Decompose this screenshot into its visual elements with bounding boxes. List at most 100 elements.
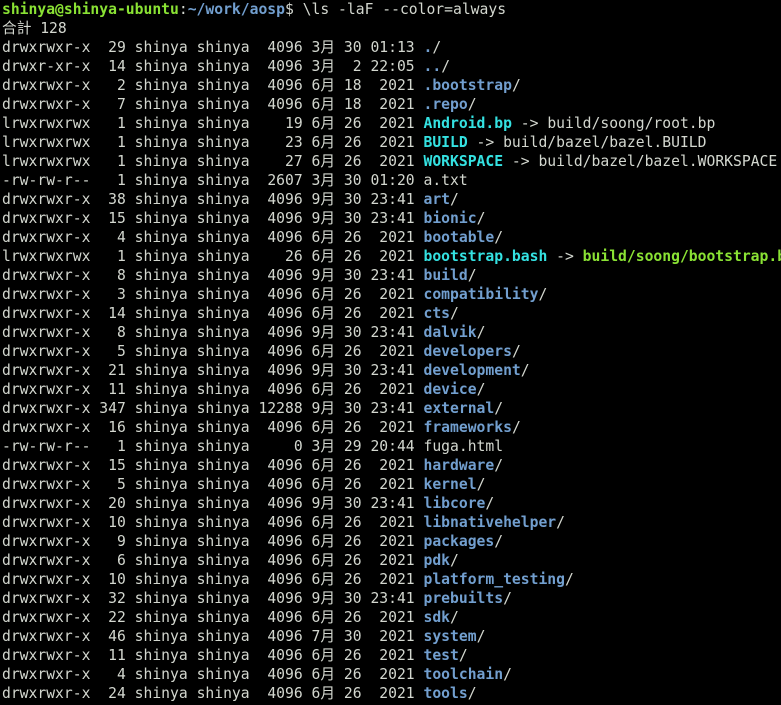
- file-name: libnativehelper: [423, 514, 557, 531]
- day: 30: [343, 210, 362, 227]
- type-suffix: /: [520, 362, 530, 379]
- file-name: packages: [423, 533, 495, 550]
- day: 26: [343, 305, 362, 322]
- owner: shinya: [134, 96, 188, 113]
- month: 6月: [311, 381, 336, 398]
- permissions: drwxrwxr-x: [2, 571, 91, 588]
- listing-row: drwxrwxr-x 15 shinya shinya 4096 9月 30 2…: [2, 209, 781, 228]
- file-name: tools: [423, 685, 468, 702]
- listing-row: drwxr-xr-x 14 shinya shinya 4096 3月 2 22…: [2, 57, 781, 76]
- file-name: build: [423, 267, 468, 284]
- group: shinya: [196, 210, 250, 227]
- time-or-year: 2021: [379, 115, 415, 132]
- terminal-window[interactable]: shinya@shinya-ubuntu:~/work/aosp$ \ls -l…: [0, 0, 781, 705]
- time-or-year: 2021: [379, 229, 415, 246]
- group: shinya: [196, 685, 250, 702]
- day: 29: [343, 438, 362, 455]
- month: 6月: [311, 153, 336, 170]
- permissions: drwxrwxr-x: [2, 628, 91, 645]
- listing-row: -rw-rw-r-- 1 shinya shinya 2607 3月 30 01…: [2, 171, 781, 190]
- time-or-year: 23:41: [370, 210, 415, 227]
- file-size: 4096: [267, 590, 303, 607]
- file-name: WORKSPACE: [423, 153, 504, 170]
- type-suffix: /: [450, 609, 459, 626]
- file-size: 27: [285, 153, 303, 170]
- file-size: 4096: [267, 191, 303, 208]
- file-name: test: [423, 647, 459, 664]
- listing-row: drwxrwxr-x 11 shinya shinya 4096 6月 26 2…: [2, 646, 781, 665]
- file-size: 4096: [267, 77, 303, 94]
- day: 26: [343, 286, 362, 303]
- month: 7月: [311, 628, 336, 645]
- owner: shinya: [134, 229, 188, 246]
- month: 6月: [311, 229, 336, 246]
- owner: shinya: [134, 191, 188, 208]
- link-count: 1: [116, 438, 126, 455]
- type-suffix: /: [441, 58, 451, 75]
- file-name: kernel: [423, 476, 477, 493]
- owner: shinya: [134, 552, 188, 569]
- group: shinya: [196, 39, 250, 56]
- permissions: drwxrwxr-x: [2, 96, 91, 113]
- listing-row: drwxrwxr-x 7 shinya shinya 4096 6月 18 20…: [2, 95, 781, 114]
- file-size: 4096: [267, 457, 303, 474]
- listing-row: drwxrwxr-x 6 shinya shinya 4096 6月 26 20…: [2, 551, 781, 570]
- month: 6月: [311, 115, 336, 132]
- permissions: drwxrwxr-x: [2, 267, 91, 284]
- time-or-year: 2021: [379, 343, 415, 360]
- file-name: system: [423, 628, 477, 645]
- time-or-year: 23:41: [370, 267, 415, 284]
- listing-row: drwxrwxr-x 11 shinya shinya 4096 6月 26 2…: [2, 380, 781, 399]
- day: 2: [352, 58, 362, 75]
- group: shinya: [196, 571, 250, 588]
- day: 26: [343, 153, 362, 170]
- month: 6月: [311, 343, 336, 360]
- listing-row: drwxrwxr-x 24 shinya shinya 4096 6月 26 2…: [2, 684, 781, 703]
- time-or-year: 20:44: [370, 438, 415, 455]
- file-size: 4096: [267, 286, 303, 303]
- symlink-target: build/bazel/bazel.BUILD: [503, 134, 707, 151]
- type-suffix: /: [556, 514, 565, 531]
- link-count: 32: [108, 590, 126, 607]
- day: 26: [343, 533, 362, 550]
- file-size: 4096: [267, 685, 303, 702]
- group: shinya: [196, 286, 250, 303]
- owner: shinya: [134, 438, 188, 455]
- symlink-target: build/bazel/bazel.WORKSPACE: [538, 153, 778, 170]
- owner: shinya: [134, 267, 188, 284]
- listing-row: drwxrwxr-x 8 shinya shinya 4096 9月 30 23…: [2, 323, 781, 342]
- owner: shinya: [134, 210, 188, 227]
- type-suffix: /: [458, 647, 468, 664]
- link-count: 8: [116, 324, 126, 341]
- listing-row: drwxrwxr-x 32 shinya shinya 4096 9月 30 2…: [2, 589, 781, 608]
- file-size: 4096: [267, 628, 303, 645]
- file-name: .bootstrap: [423, 77, 512, 94]
- permissions: drwxrwxr-x: [2, 552, 91, 569]
- time-or-year: 23:41: [370, 590, 415, 607]
- month: 6月: [311, 476, 336, 493]
- group: shinya: [196, 533, 250, 550]
- file-size: 4096: [267, 343, 303, 360]
- link-count: 7: [116, 96, 126, 113]
- day: 26: [343, 115, 362, 132]
- day: 26: [343, 476, 362, 493]
- type-suffix: /: [450, 552, 459, 569]
- month: 6月: [311, 552, 336, 569]
- permissions: drwxrwxr-x: [2, 609, 91, 626]
- listing-row: drwxrwxr-x 8 shinya shinya 4096 9月 30 23…: [2, 266, 781, 285]
- file-size: 4096: [267, 229, 303, 246]
- owner: shinya: [134, 286, 188, 303]
- month: 6月: [311, 514, 336, 531]
- permissions: drwxr-xr-x: [2, 58, 91, 75]
- group: shinya: [196, 77, 250, 94]
- file-name: toolchain: [423, 666, 504, 683]
- owner: shinya: [134, 77, 188, 94]
- link-count: 1: [116, 153, 126, 170]
- link-count: 14: [108, 305, 126, 322]
- time-or-year: 2021: [379, 96, 415, 113]
- permissions: drwxrwxr-x: [2, 400, 91, 417]
- permissions: drwxrwxr-x: [2, 647, 91, 664]
- permissions: drwxrwxr-x: [2, 495, 91, 512]
- file-name: prebuilts: [423, 590, 504, 607]
- listing-row: drwxrwxr-x 4 shinya shinya 4096 6月 26 20…: [2, 665, 781, 684]
